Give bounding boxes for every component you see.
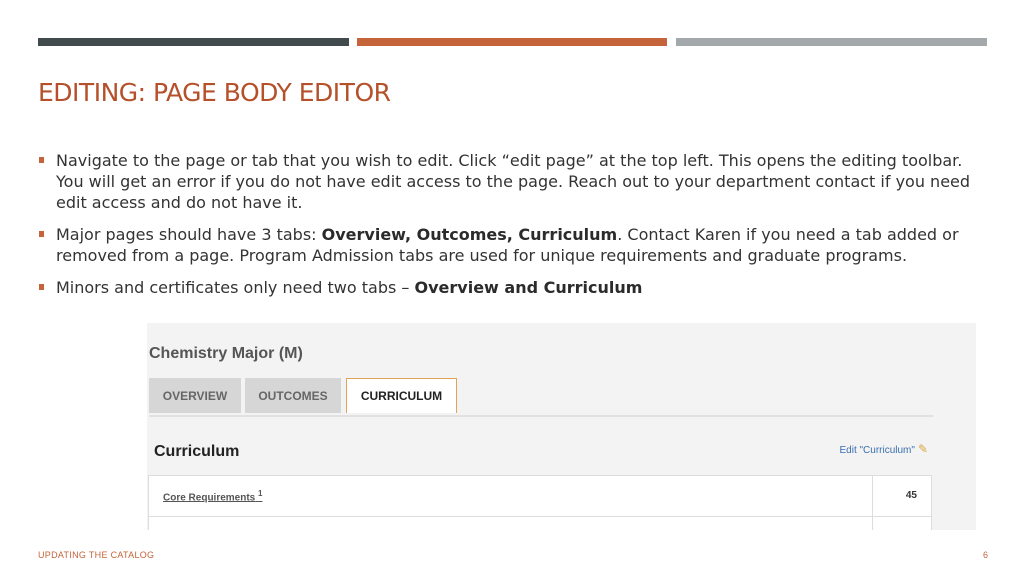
bullet-text: Navigate to the page or tab that you wis… xyxy=(56,151,971,212)
tab-overview[interactable]: OVERVIEW xyxy=(149,378,241,413)
top-bar-dark xyxy=(38,38,349,46)
slide-title: EDITING: PAGE BODY EDITOR xyxy=(38,78,391,107)
footnote-mark: 1 xyxy=(258,489,263,498)
page-number: 6 xyxy=(982,550,988,560)
catalog-screenshot: Chemistry Major (M) OVERVIEW OUTCOMES CU… xyxy=(147,323,976,530)
bullet-text-bold: Overview, Outcomes, Curriculum xyxy=(321,225,618,244)
bullet-marker xyxy=(39,284,44,290)
bullet-marker xyxy=(39,231,44,237)
footer-text: UPDATING THE CATALOG xyxy=(38,550,155,560)
pencil-icon: ✎ xyxy=(917,442,928,456)
top-bar-orange xyxy=(357,38,667,46)
bullet-text-bold: Overview and Curriculum xyxy=(414,278,643,297)
bullet-list: Navigate to the page or tab that you wis… xyxy=(38,150,978,309)
bullet-item: Navigate to the page or tab that you wis… xyxy=(38,150,978,213)
bullet-marker xyxy=(39,157,44,163)
credit-hours: 45 xyxy=(905,490,917,501)
tab-curriculum[interactable]: CURRICULUM xyxy=(346,378,457,413)
top-bar-gray xyxy=(676,38,987,46)
section-heading: Curriculum xyxy=(154,443,240,460)
row-name: Core Requirements xyxy=(163,492,256,504)
bullet-item: Major pages should have 3 tabs: Overview… xyxy=(38,224,978,266)
bullet-item: Minors and certificates only need two ta… xyxy=(38,277,978,298)
column-divider xyxy=(872,476,873,530)
curriculum-table: Core Requirements 1 45 xyxy=(148,475,932,530)
bullet-text-pre: Major pages should have 3 tabs: xyxy=(56,225,322,244)
table-row: Core Requirements 1 45 xyxy=(149,476,931,517)
edit-curriculum-link[interactable]: Edit "Curriculum" ✎ xyxy=(839,442,928,456)
core-requirements-link[interactable]: Core Requirements 1 xyxy=(163,489,262,503)
edit-link-label: Edit "Curriculum" xyxy=(839,445,915,456)
bullet-text-pre: Minors and certificates only need two ta… xyxy=(56,278,415,297)
tab-divider xyxy=(149,415,933,417)
tab-outcomes[interactable]: OUTCOMES xyxy=(245,378,341,413)
program-title: Chemistry Major (M) xyxy=(149,345,303,362)
